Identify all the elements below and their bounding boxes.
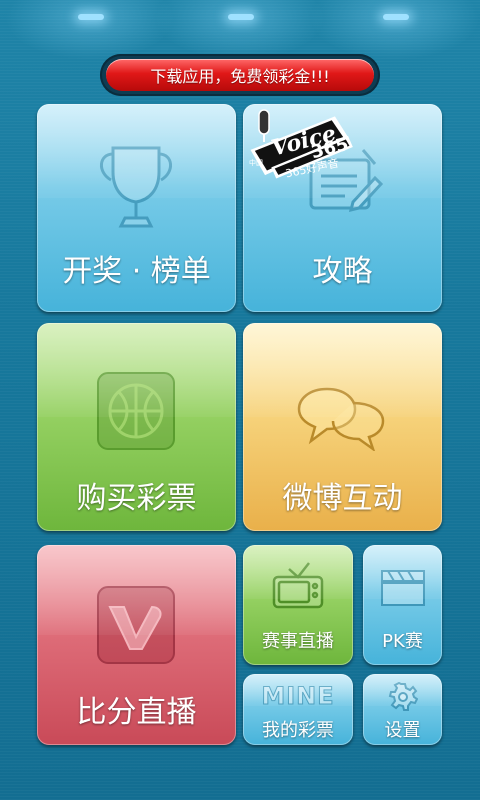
download-banner-text[interactable]: 下载应用，免费领彩金!!! — [106, 59, 374, 91]
mine-badge: MINE — [261, 682, 335, 711]
stage-light — [228, 14, 254, 20]
v-logo-icon — [97, 586, 175, 664]
lottery-results-tile[interactable]: 开奖 · 榜单 — [37, 104, 236, 312]
lottery-results-label: 开奖 · 榜单 — [62, 254, 211, 289]
clapperboard-icon — [381, 570, 425, 606]
download-banner[interactable]: 下载应用，免费领彩金!!! — [100, 54, 380, 96]
settings-tile[interactable]: 设置 — [363, 674, 442, 745]
pk-tile[interactable]: PK赛 — [363, 545, 442, 665]
stage-light — [383, 14, 409, 20]
stage-light — [78, 14, 104, 20]
basketball-icon — [97, 372, 175, 450]
weibo-label: 微博互动 — [282, 481, 403, 516]
gear-icon — [388, 682, 418, 711]
buy-lottery-tile[interactable]: 购买彩票 — [37, 323, 236, 531]
live-score-label: 比分直播 — [76, 695, 197, 730]
weibo-tile[interactable]: 微博互动 — [243, 323, 442, 531]
my-lottery-tile[interactable]: MINE 我的彩票 — [243, 674, 353, 745]
voice-365-logo[interactable]: Voice 365 365好声音 中国 — [245, 108, 353, 184]
match-live-label: 赛事直播 — [262, 631, 334, 652]
match-live-tile[interactable]: 赛事直播 — [243, 545, 353, 665]
trophy-icon — [100, 146, 172, 228]
my-lottery-label: 我的彩票 — [262, 720, 334, 741]
settings-label: 设置 — [384, 720, 421, 741]
voice-logo-small: 中国 — [249, 159, 263, 167]
live-score-tile[interactable]: 比分直播 — [37, 545, 236, 745]
buy-lottery-label: 购买彩票 — [76, 481, 197, 516]
strategy-label: 攻略 — [312, 254, 373, 289]
tv-icon — [272, 562, 324, 609]
pk-label: PK赛 — [382, 631, 423, 652]
chat-bubbles-icon — [297, 387, 385, 451]
